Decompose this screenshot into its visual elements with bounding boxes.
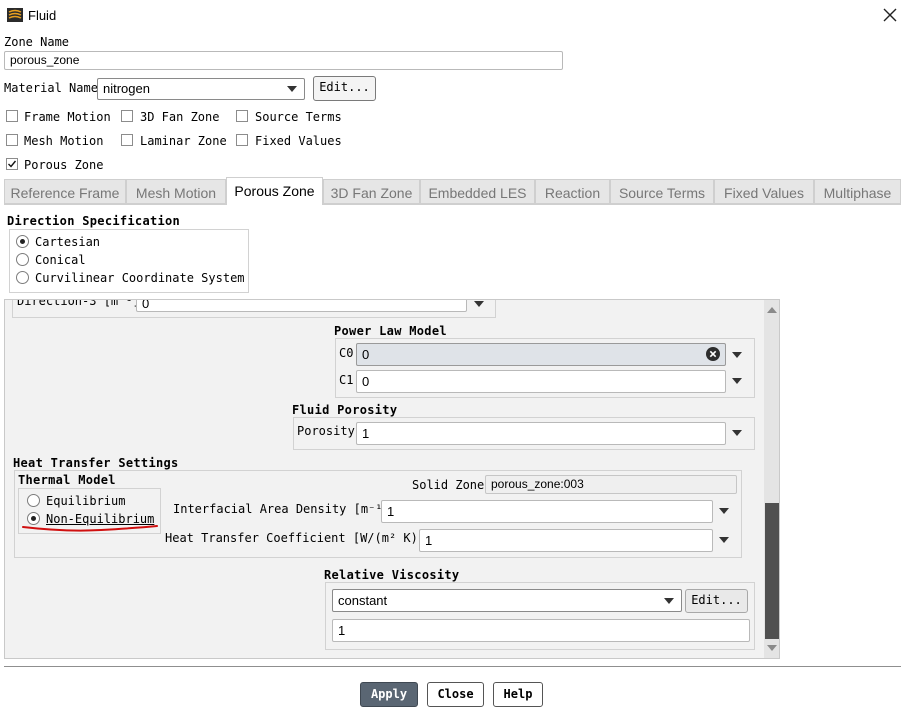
tab-source-terms[interactable]: Source Terms <box>610 179 714 204</box>
curvilinear-radio[interactable] <box>16 271 29 284</box>
c1-value: 0 <box>362 374 370 389</box>
direction-3-label: Direction-3 [m⁻¹] <box>17 299 140 308</box>
red-underline-annotation <box>22 525 158 532</box>
c1-chevron-icon[interactable] <box>732 378 742 384</box>
3d-fan-zone-checkbox[interactable] <box>121 110 133 122</box>
mesh-motion-label: Mesh Motion <box>24 134 104 148</box>
title-bar <box>0 0 908 31</box>
laminar-zone-checkbox[interactable] <box>121 134 133 146</box>
iad-value: 1 <box>387 504 395 519</box>
tab-reaction[interactable]: Reaction <box>535 179 610 204</box>
help-button[interactable]: Help <box>493 682 543 707</box>
power-law-title: Power Law Model <box>334 324 447 338</box>
c0-label: C0 <box>339 346 354 360</box>
checkmark-icon <box>8 160 17 168</box>
close-icon[interactable] <box>881 6 899 24</box>
iad-input[interactable]: 1 <box>381 500 713 523</box>
window-title: Fluid <box>28 8 57 23</box>
porous-settings-scroll-area: Direction-3 [m⁻¹] 0 Power Law Model C0 0… <box>4 299 780 659</box>
porosity-label: Porosity <box>297 424 355 438</box>
viscosity-method-select[interactable]: constant <box>332 589 682 612</box>
cartesian-label: Cartesian <box>35 235 101 249</box>
direction-3-value: 0 <box>142 299 150 311</box>
tab-strip-line <box>4 204 901 205</box>
relative-viscosity-title: Relative Viscosity <box>324 568 460 582</box>
tab-3d-fan-zone[interactable]: 3D Fan Zone <box>323 179 420 204</box>
source-terms-label: Source Terms <box>255 110 342 124</box>
c0-chevron-icon[interactable] <box>732 352 742 358</box>
3d-fan-zone-label: 3D Fan Zone <box>140 110 220 124</box>
porosity-input[interactable]: 1 <box>356 422 726 445</box>
material-edit-button[interactable]: Edit... <box>313 76 376 101</box>
c1-input[interactable]: 0 <box>356 370 726 393</box>
solid-zone-field: porous_zone:003 <box>485 475 737 494</box>
equilibrium-radio[interactable] <box>27 494 40 507</box>
viscosity-value: 1 <box>338 623 346 638</box>
direction-3-chevron-icon[interactable] <box>474 301 484 307</box>
scroll-up-arrow-icon[interactable] <box>766 305 778 315</box>
htc-chevron-icon[interactable] <box>719 537 729 543</box>
conical-label: Conical <box>35 253 86 267</box>
zone-name-label: Zone Name <box>4 35 70 49</box>
mesh-motion-checkbox[interactable] <box>6 134 18 146</box>
material-select-chevron-icon[interactable] <box>287 86 297 92</box>
porosity-chevron-icon[interactable] <box>732 430 742 436</box>
footer-separator <box>4 666 901 667</box>
viscosity-value-input[interactable]: 1 <box>332 619 750 642</box>
fluent-app-icon <box>7 8 23 22</box>
viscosity-method-value: constant <box>338 593 388 608</box>
viscosity-edit-button[interactable]: Edit... <box>685 589 748 613</box>
htc-label: Heat Transfer Coefficient [W/(m² K)] <box>165 531 426 545</box>
material-name-label: Material Name <box>4 81 98 95</box>
close-button[interactable]: Close <box>427 682 484 707</box>
fixed-values-label: Fixed Values <box>255 134 342 148</box>
solid-zone-label: Solid Zone <box>412 478 485 492</box>
direction-3-input[interactable]: 0 <box>136 299 467 312</box>
porous-zone-label: Porous Zone <box>24 158 104 172</box>
laminar-zone-label: Laminar Zone <box>140 134 227 148</box>
apply-button[interactable]: Apply <box>360 682 418 707</box>
porosity-value: 1 <box>362 426 370 441</box>
scrollbar-thumb[interactable] <box>765 503 779 639</box>
conical-radio[interactable] <box>16 253 29 266</box>
iad-chevron-icon[interactable] <box>719 508 729 514</box>
tab-porous-zone[interactable]: Porous Zone <box>226 177 323 205</box>
cartesian-radio[interactable] <box>16 235 29 248</box>
material-select-value: nitrogen <box>103 81 150 96</box>
tab-reference-frame[interactable]: Reference Frame <box>4 179 126 204</box>
thermal-model-title: Thermal Model <box>18 473 116 487</box>
heat-transfer-title: Heat Transfer Settings <box>13 456 179 470</box>
porous-zone-checkbox[interactable] <box>6 158 18 170</box>
tab-mesh-motion[interactable]: Mesh Motion <box>126 179 226 204</box>
iad-label: Interfacial Area Density [m⁻¹] <box>173 502 390 516</box>
zone-name-input[interactable]: porous_zone <box>4 51 563 70</box>
source-terms-checkbox[interactable] <box>236 110 248 122</box>
c1-label: C1 <box>339 373 354 387</box>
c0-value: 0 <box>362 347 370 362</box>
clear-icon[interactable] <box>706 347 720 361</box>
htc-value: 1 <box>425 533 433 548</box>
fluid-porosity-title: Fluid Porosity <box>292 403 398 417</box>
tab-fixed-values[interactable]: Fixed Values <box>714 179 814 204</box>
viscosity-method-chevron-icon[interactable] <box>664 598 674 604</box>
frame-motion-checkbox[interactable] <box>6 110 18 122</box>
frame-motion-label: Frame Motion <box>24 110 111 124</box>
material-select[interactable]: nitrogen <box>97 78 305 100</box>
curvilinear-label: Curvilinear Coordinate System <box>35 271 245 285</box>
scroll-down-arrow-icon[interactable] <box>766 643 778 653</box>
tab-multiphase[interactable]: Multiphase <box>814 179 901 204</box>
htc-input[interactable]: 1 <box>419 529 713 552</box>
equilibrium-label: Equilibrium <box>46 494 126 508</box>
c0-input[interactable]: 0 <box>356 343 726 366</box>
tab-embedded-les[interactable]: Embedded LES <box>420 179 535 204</box>
direction-spec-title: Direction Specification <box>7 214 181 228</box>
fixed-values-checkbox[interactable] <box>236 134 248 146</box>
